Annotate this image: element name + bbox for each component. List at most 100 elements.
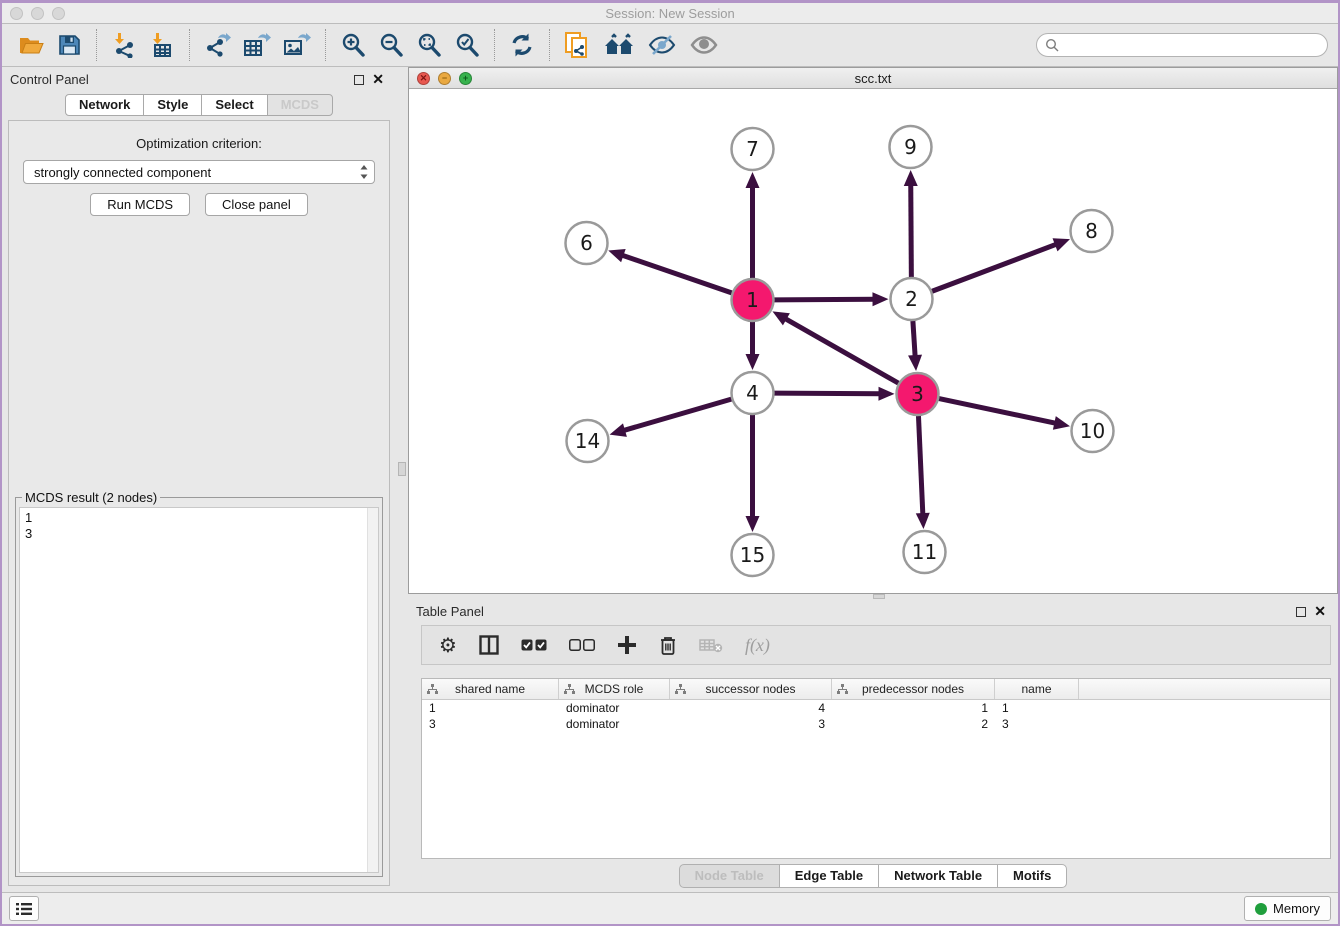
tab-edge-table[interactable]: Edge Table	[779, 864, 879, 888]
show-panels-icon[interactable]	[683, 31, 725, 59]
criterion-select[interactable]: strongly connected component	[23, 160, 375, 184]
table-panel-close-icon[interactable]: ✕	[1310, 603, 1330, 620]
network-window-maximize-icon[interactable]: +	[459, 72, 472, 85]
column-header-shared-name[interactable]: shared name	[422, 679, 559, 699]
edge-4-3[interactable]	[774, 393, 881, 394]
table-toolbar: ⚙	[421, 625, 1331, 665]
search-icon	[1045, 38, 1059, 52]
run-mcds-button[interactable]: Run MCDS	[90, 193, 190, 216]
tab-style[interactable]: Style	[143, 94, 202, 116]
column-header-predecessor-nodes[interactable]: predecessor nodes	[832, 679, 995, 699]
table-cell[interactable]: dominator	[559, 717, 670, 731]
edge-4-14[interactable]	[622, 399, 731, 431]
network-window-close-icon[interactable]: ✕	[417, 72, 430, 85]
search-field[interactable]	[1036, 33, 1328, 57]
column-label: predecessor nodes	[862, 682, 964, 696]
table-cell[interactable]: 3	[422, 717, 559, 731]
import-network-icon[interactable]	[105, 30, 143, 60]
table-cell[interactable]: 1	[832, 701, 995, 715]
edge-arrowhead-icon	[1053, 238, 1070, 251]
open-session-icon[interactable]	[12, 31, 51, 59]
save-session-icon[interactable]	[51, 31, 88, 59]
splitter-handle[interactable]	[398, 462, 406, 476]
edge-2-9[interactable]	[911, 183, 912, 277]
table-cell[interactable]: 3	[995, 717, 1079, 731]
edge-2-8[interactable]	[932, 244, 1058, 292]
zoom-fit-icon[interactable]	[410, 30, 448, 60]
delete-table-icon[interactable]	[688, 626, 734, 664]
node-table-body: 1dominator4113dominator323	[422, 700, 1330, 858]
export-table-icon[interactable]	[237, 30, 277, 60]
toolbar-divider	[325, 29, 326, 61]
table-panel-header: Table Panel ✕	[408, 599, 1338, 624]
duplicate-network-icon[interactable]	[558, 29, 597, 61]
table-cell[interactable]: 2	[832, 717, 995, 731]
tab-node-table[interactable]: Node Table	[679, 864, 780, 888]
edge-3-1[interactable]	[784, 318, 899, 383]
memory-label: Memory	[1273, 901, 1320, 916]
home-icon[interactable]	[597, 31, 641, 59]
table-cell[interactable]: 1	[995, 701, 1079, 715]
panel-splitter-horizontal[interactable]	[408, 594, 1338, 599]
deselect-all-icon[interactable]	[558, 626, 606, 664]
edge-2-3[interactable]	[913, 321, 915, 358]
edge-3-10[interactable]	[939, 399, 1057, 424]
mcds-result-group: MCDS result (2 nodes) 13	[15, 497, 383, 877]
table-panel-float-icon[interactable]	[1292, 607, 1310, 617]
table-cell[interactable]: 1	[422, 701, 559, 715]
import-table-icon[interactable]	[143, 30, 181, 60]
graph-node-label: 14	[575, 429, 600, 453]
close-panel-button[interactable]: Close panel	[205, 193, 308, 216]
column-layout-icon[interactable]	[468, 626, 510, 664]
mcds-result-list[interactable]: 13	[19, 507, 379, 873]
zoom-selected-icon[interactable]	[448, 30, 486, 60]
refresh-network-icon[interactable]	[503, 30, 541, 60]
hide-panels-icon[interactable]	[641, 31, 683, 59]
export-image-icon[interactable]	[277, 30, 317, 60]
graph-node-label: 10	[1080, 419, 1105, 443]
add-column-icon[interactable]	[606, 626, 648, 664]
tab-network[interactable]: Network	[65, 94, 144, 116]
column-header-name[interactable]: name	[995, 679, 1079, 699]
column-header-mcds-role[interactable]: MCDS role	[559, 679, 670, 699]
tab-network-table[interactable]: Network Table	[878, 864, 998, 888]
optimization-criterion-label: Optimization criterion:	[9, 136, 389, 151]
edge-1-2[interactable]	[774, 299, 875, 300]
select-all-icon[interactable]	[510, 626, 558, 664]
settings-gear-icon[interactable]: ⚙	[428, 626, 468, 664]
edge-arrowhead-icon	[872, 292, 888, 306]
network-window-minimize-icon[interactable]: −	[438, 72, 451, 85]
table-row[interactable]: 1dominator411	[422, 700, 1330, 716]
table-panel-title: Table Panel	[416, 604, 484, 619]
export-network-icon[interactable]	[198, 30, 237, 60]
criterion-selected-value: strongly connected component	[34, 165, 358, 180]
task-history-button[interactable]	[9, 896, 39, 921]
function-builder-icon[interactable]: f(x)	[734, 626, 781, 664]
edge-3-11[interactable]	[918, 416, 922, 516]
edge-arrowhead-icon	[1053, 416, 1070, 430]
zoom-in-icon[interactable]	[334, 30, 372, 60]
network-canvas[interactable]: 7968124314101511	[409, 89, 1337, 593]
tab-mcds[interactable]: MCDS	[267, 94, 333, 116]
tab-select[interactable]: Select	[201, 94, 267, 116]
control-panel-float-icon[interactable]	[350, 75, 368, 85]
memory-button[interactable]: Memory	[1244, 896, 1331, 921]
graph-node-label: 9	[904, 135, 917, 159]
memory-status-icon	[1255, 903, 1267, 915]
tab-motifs[interactable]: Motifs	[997, 864, 1067, 888]
edge-1-6[interactable]	[621, 255, 732, 293]
table-cell[interactable]: dominator	[559, 701, 670, 715]
result-scrollbar[interactable]	[367, 508, 378, 872]
table-row[interactable]: 3dominator323	[422, 716, 1330, 732]
control-panel-close-icon[interactable]: ✕	[368, 71, 388, 88]
table-cell[interactable]: 4	[670, 701, 832, 715]
search-input[interactable]	[1064, 38, 1319, 53]
table-cell[interactable]: 3	[670, 717, 832, 731]
graph-node-label: 2	[905, 287, 918, 311]
zoom-out-icon[interactable]	[372, 30, 410, 60]
column-label: successor nodes	[705, 682, 795, 696]
column-header-successor-nodes[interactable]: successor nodes	[670, 679, 832, 699]
splitter-handle[interactable]	[873, 594, 885, 599]
delete-column-icon[interactable]	[648, 626, 688, 664]
panel-splitter-vertical[interactable]	[396, 67, 408, 892]
